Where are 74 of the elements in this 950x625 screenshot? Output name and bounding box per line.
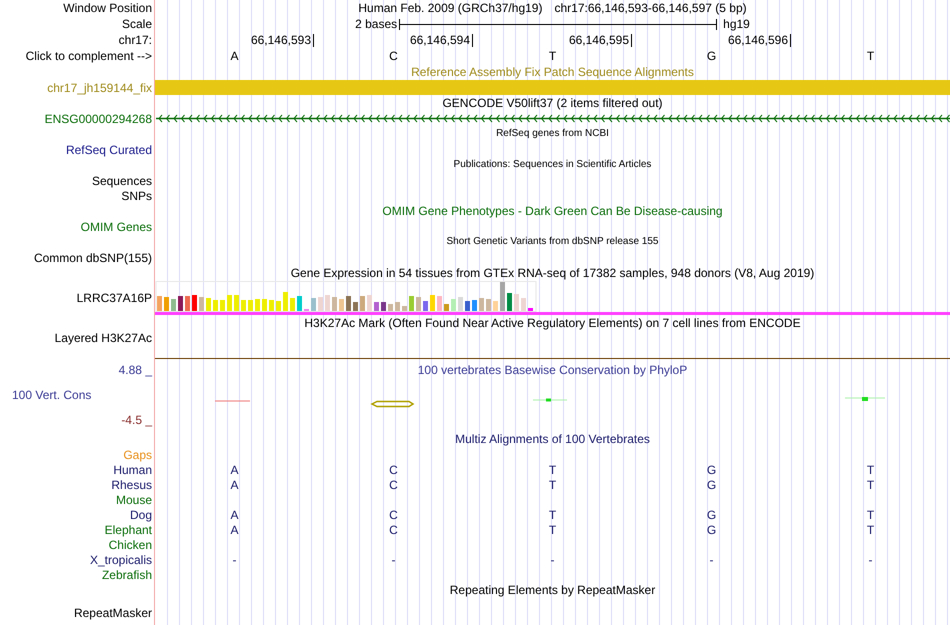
complement-link[interactable]: Click to complement --> (26, 49, 152, 63)
track-title: Multiz Alignments of 100 Vertebrates (455, 432, 650, 446)
aligned-base: T (866, 522, 874, 536)
track-title: OMIM Gene Phenotypes - Dark Green Can Be Disease-causing (382, 204, 723, 218)
row-label: chr17: (118, 33, 152, 47)
aligned-base: C (389, 508, 398, 522)
expression-chart-drawing[interactable] (155, 281, 537, 312)
reference-base: C (389, 49, 398, 63)
track-label[interactable]: RefSeq Curated (66, 142, 152, 156)
track-label[interactable]: Layered H3K27Ac (54, 331, 152, 345)
track-title: Reference Assembly Fix Patch Sequence Alignments (411, 65, 694, 79)
track-label[interactable]: LRRC37A16P (76, 291, 152, 305)
track-label[interactable]: Dog (130, 508, 152, 522)
track-title: 100 vertebrates Basewise Conservation by PhyloP (418, 363, 688, 377)
track-title: H3K27Ac Mark (Often Found Near Active Regulatory Elements) on 7 cell lines from ENCODE (304, 316, 801, 330)
axis-max-label: 4.88 _ (118, 363, 152, 377)
aligned-base: - (392, 552, 396, 566)
coordinate-label: 66,146,595 (568, 34, 632, 46)
aligned-base: A (230, 478, 238, 492)
track-label[interactable]: Sequences (92, 174, 152, 188)
aligned-base: T (548, 478, 556, 492)
track-title: Repeating Elements by RepeatMasker (450, 583, 656, 597)
coordinate-label: 66,146,593 (250, 34, 314, 46)
aligned-base: G (706, 508, 716, 522)
track-label[interactable]: ENSG00000294268 (44, 112, 152, 126)
track-label[interactable]: RepeatMasker (74, 606, 152, 620)
track-title: Gene Expression in 54 tissues from GTEx RNA-seq of 17382 samples, 948 donors (V8, Aug 2019) (290, 266, 814, 280)
aligned-base: G (706, 478, 716, 492)
scale-span: 2 bases (355, 17, 398, 31)
track-label[interactable]: 100 Vert. Cons (0, 388, 92, 402)
aligned-base: - (710, 552, 714, 566)
database-name: hg19 (723, 17, 750, 31)
track-label[interactable]: Chicken (108, 538, 152, 552)
track-label[interactable]: X_tropicalis (90, 552, 152, 566)
aligned-base: - (550, 552, 554, 566)
position-text: chr17:66,146,593-66,146,597 (5 bp) (554, 1, 747, 15)
track-label[interactable]: Rhesus (111, 478, 152, 492)
aligned-base: - (868, 552, 872, 566)
track-label[interactable]: Human (113, 462, 152, 476)
track-title: Publications: Sequences in Scientific Articles (454, 158, 652, 172)
aligned-base: G (706, 462, 716, 476)
track-title: GENCODE V50lift37 (2 items filtered out) (442, 96, 663, 110)
reference-base: G (706, 49, 716, 63)
reference-base: T (548, 49, 556, 63)
track-label[interactable]: OMIM Genes (80, 220, 152, 234)
coordinate-label: 66,146,594 (410, 34, 473, 46)
row-label: Scale (122, 17, 152, 31)
track-label[interactable]: Elephant (104, 522, 152, 536)
aligned-base: - (232, 552, 236, 566)
aligned-base: T (548, 522, 556, 536)
track-label[interactable]: Mouse (116, 492, 152, 506)
reference-base: T (866, 49, 874, 63)
aligned-base: A (230, 462, 238, 476)
aligned-base: T (866, 508, 874, 522)
aligned-base: A (230, 508, 238, 522)
aligned-base: C (389, 478, 398, 492)
coordinate-label: 66,146,596 (728, 34, 791, 46)
aligned-base: C (389, 462, 398, 476)
aligned-base: A (230, 522, 238, 536)
row-label: Window Position (63, 1, 152, 15)
track-label[interactable]: Zebrafish (102, 568, 152, 582)
aligned-base: T (548, 462, 556, 476)
track-title: RefSeq genes from NCBI (496, 127, 609, 141)
reference-base: A (230, 49, 238, 63)
aligned-base: G (706, 522, 716, 536)
axis-min-label: -4.5 _ (121, 413, 152, 427)
aligned-base: T (548, 508, 556, 522)
track-label[interactable]: SNPs (121, 188, 152, 202)
track-label[interactable]: Common dbSNP(155) (34, 250, 152, 264)
assembly-name: Human Feb. 2009 (GRCh37/hg19) (358, 1, 542, 15)
aligned-base: C (389, 522, 398, 536)
aligned-base: T (866, 478, 874, 492)
track-title: Short Genetic Variants from dbSNP release 155 (446, 235, 658, 249)
aligned-base: T (866, 462, 874, 476)
